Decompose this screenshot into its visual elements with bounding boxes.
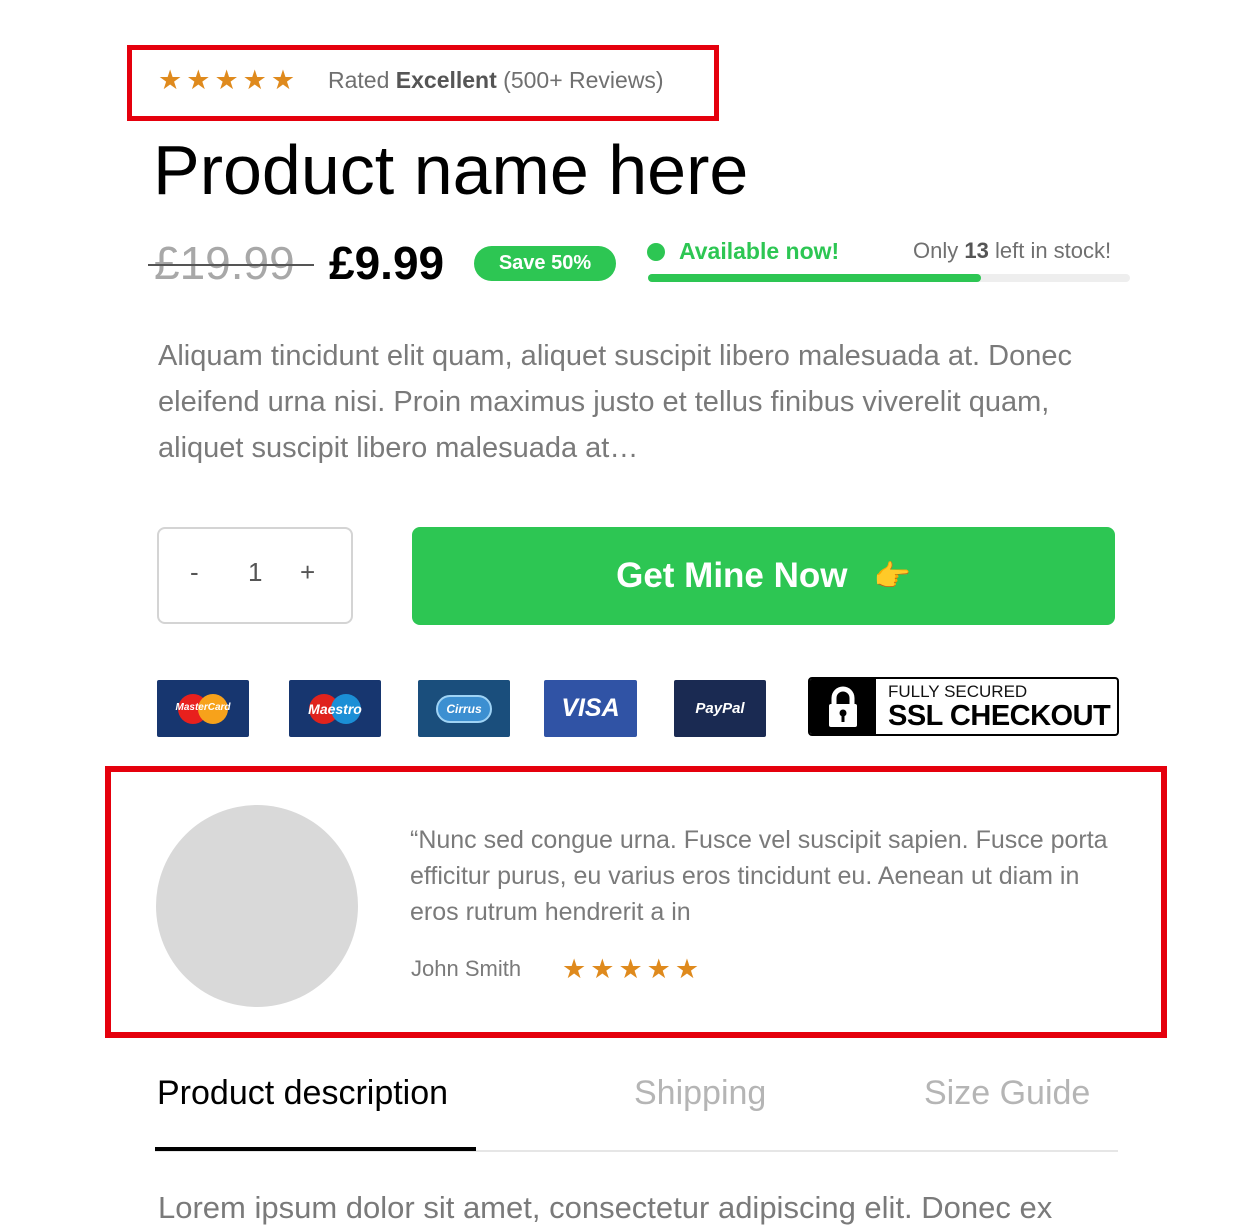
star-icon: ★ (158, 65, 183, 96)
maestro-logo: Maestro (289, 680, 381, 737)
avatar (156, 805, 358, 1007)
tab-size-guide[interactable]: Size Guide (924, 1074, 1090, 1113)
mastercard-label: MasterCard (175, 701, 231, 713)
mastercard-logo: MasterCard (157, 680, 249, 737)
tab-product-description[interactable]: Product description (157, 1074, 448, 1113)
old-price: £19.99 (154, 237, 295, 289)
cirrus-logo: Cirrus (418, 680, 510, 737)
star-icon: ★ (646, 954, 671, 985)
testimonial-stars: ★ ★ ★ ★ ★ (562, 955, 699, 985)
testimonial-author: John Smith (411, 956, 522, 981)
cta-label: Get Mine Now (616, 556, 848, 595)
ssl-checkout-badge: FULLY SECURED SSL CHECKOUT (808, 677, 1119, 736)
stock-number: 13 (964, 238, 989, 263)
rating-prefix: Rated (328, 67, 390, 93)
stock-progress-fill (648, 274, 981, 282)
new-price: £9.99 (329, 237, 445, 289)
ssl-big-text: SSL CHECKOUT (888, 699, 1111, 732)
rating-suffix: (500+ Reviews) (503, 67, 664, 93)
stock-suffix: left in stock! (994, 238, 1112, 263)
star-icon: ★ (214, 65, 239, 96)
quantity-increase-button[interactable]: + (300, 557, 315, 588)
quantity-decrease-button[interactable]: - (190, 557, 199, 588)
availability-dot-icon (647, 243, 665, 261)
save-badge: Save 50% (474, 246, 616, 281)
star-icon: ★ (270, 65, 296, 96)
paypal-logo: PayPal (674, 680, 766, 737)
star-icon: ★ (674, 954, 700, 985)
active-tab-indicator (155, 1147, 476, 1151)
cirrus-label: Cirrus (436, 694, 492, 723)
tab-shipping[interactable]: Shipping (634, 1074, 766, 1113)
visa-logo: VISA (544, 680, 637, 737)
rating-summary: Rated Excellent (500+ Reviews) (328, 67, 664, 94)
quantity-value[interactable]: 1 (248, 557, 262, 588)
star-icon: ★ (562, 954, 587, 985)
ssl-small-text: FULLY SECURED (888, 681, 1028, 701)
maestro-label: Maestro (308, 700, 362, 717)
star-icon: ★ (242, 65, 267, 96)
rating-emphasis: Excellent (395, 67, 497, 93)
old-price-strikethrough (148, 264, 314, 266)
availability-status: Available now! (679, 238, 840, 264)
star-icon: ★ (590, 954, 615, 985)
get-mine-now-button[interactable]: Get Mine Now 👉 (412, 527, 1115, 625)
product-title: Product name here (153, 131, 749, 209)
testimonial-quote: “Nunc sed congue urna. Fusce vel suscipi… (410, 826, 1108, 926)
tab-content-text: Lorem ipsum dolor sit amet, consectetur … (158, 1190, 1053, 1225)
stock-prefix: Only (913, 238, 959, 263)
star-icon: ★ (618, 954, 643, 985)
product-description: Aliquam tincidunt elit quam, aliquet sus… (158, 340, 1072, 464)
stock-count: Only 13 left in stock! (913, 238, 1111, 264)
pointing-hand-icon: 👉 (873, 558, 911, 594)
star-icon: ★ (186, 65, 211, 96)
lock-icon (810, 679, 876, 734)
rating-stars: ★ ★ ★ ★ ★ (158, 66, 295, 96)
